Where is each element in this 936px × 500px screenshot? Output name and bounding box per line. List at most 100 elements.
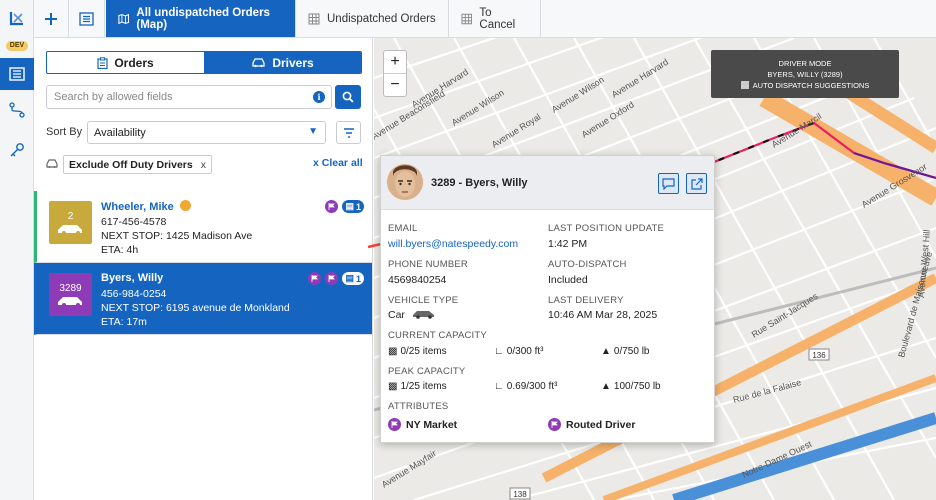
driver-badge-number: 3289 — [59, 282, 82, 294]
list-icon: ▤ — [345, 201, 354, 211]
driver-badge: 2 — [49, 201, 92, 244]
rail-item-dispatch[interactable] — [0, 58, 34, 90]
peak-items-value: 1/25 items — [400, 381, 447, 392]
driver-mode-driver: BYERS, WILLY (3289) — [767, 70, 843, 79]
app-logo-icon[interactable] — [8, 10, 26, 28]
boxes-icon: ▩ — [388, 381, 398, 392]
flag-icon — [308, 272, 322, 285]
filter-chip-label: Exclude Off Duty Drivers — [69, 158, 193, 171]
sort-select[interactable]: Availability ▼ — [87, 121, 326, 144]
flag-icon — [325, 272, 339, 285]
vehicle-type-value: Car — [388, 309, 437, 321]
peak-weight-value: 100/750 lb — [613, 381, 661, 392]
list-icon: ▤ — [345, 273, 354, 283]
driver-card-selected[interactable]: 3289 Byers, Willy 456-984-0254 NEXT STOP… — [34, 263, 372, 335]
current-volume: ∟ 0/300 ft³ — [494, 346, 544, 357]
street-label: Avenue Harvard — [610, 57, 670, 100]
clipboard-icon — [97, 56, 108, 69]
ruler-icon: ∟ — [494, 346, 504, 357]
filter-button[interactable] — [336, 121, 361, 144]
search-input[interactable]: Search by allowed fields i — [46, 85, 332, 109]
driver-eta: ETA: 17m — [101, 316, 147, 328]
car-icon — [252, 58, 265, 68]
popup-header: 3289 - Byers, Willy — [381, 156, 714, 210]
chip-close-button[interactable]: x — [201, 159, 206, 171]
key-icon — [10, 143, 24, 157]
tab-undispatched-orders[interactable]: Undispatched Orders — [296, 0, 449, 37]
zoom-out-button[interactable]: − — [384, 74, 406, 97]
driver-card[interactable]: 2 Wheeler, Mike 617-456-4578 NEXT STOP: … — [34, 191, 372, 263]
zoom-control: + − — [383, 50, 407, 97]
current-capacity-label: CURRENT CAPACITY — [388, 330, 487, 341]
current-items: ▩ 0/25 items — [388, 346, 447, 357]
driver-popup: 3289 - Byers, Willy EMAIL will.byers@nat… — [380, 155, 715, 443]
current-items-value: 0/25 items — [400, 346, 447, 357]
info-icon[interactable]: i — [313, 91, 325, 103]
tab-orders-map[interactable]: All undispatched Orders (Map) — [106, 0, 296, 37]
external-link-icon — [690, 177, 703, 190]
orders-toggle-button[interactable]: Orders — [47, 52, 204, 73]
drivers-toggle-button[interactable]: Drivers — [204, 52, 361, 73]
driver-next-stop: NEXT STOP: 1425 Madison Ave — [101, 230, 253, 242]
clear-all-link[interactable]: x Clear all — [313, 157, 363, 169]
street-label: Avenue Mayfair — [380, 448, 438, 490]
flag-icon — [388, 418, 401, 431]
rail-item-keys[interactable] — [0, 134, 34, 166]
sort-label: Sort By — [46, 126, 83, 138]
auto-dispatch-toggle[interactable]: AUTO DISPATCH SUGGESTIONS — [711, 80, 899, 91]
current-volume-value: 0/300 ft³ — [506, 346, 544, 357]
add-button[interactable] — [34, 0, 69, 37]
peak-capacity-label: PEAK CAPACITY — [388, 366, 466, 377]
driver-badge-number: 2 — [67, 210, 74, 222]
car-icon — [57, 224, 82, 235]
order-count-badge: ▤ 1 — [342, 200, 364, 213]
grid-icon — [308, 13, 320, 24]
auto-dispatch-value: Included — [548, 274, 588, 286]
ruler-icon: ∟ — [494, 381, 504, 392]
top-bar: All undispatched Orders (Map) Undispatch… — [34, 0, 936, 38]
chat-icon — [662, 177, 675, 190]
email-link[interactable]: will.byers@natespeedy.com — [388, 238, 518, 250]
drivers-toggle-label: Drivers — [272, 55, 314, 70]
checkbox-icon[interactable] — [740, 81, 749, 89]
auto-dispatch-label: AUTO DISPATCH SUGGESTIONS — [752, 81, 870, 90]
weight-icon: ▲ — [601, 346, 611, 357]
list-view-button[interactable] — [69, 0, 105, 37]
last-delivery-value: 10:46 AM Mar 28, 2025 — [548, 309, 658, 321]
driver-phone: 617-456-4578 — [101, 216, 167, 228]
driver-name[interactable]: Byers, Willy — [101, 272, 163, 284]
car-icon — [412, 311, 434, 319]
flag-icon — [548, 418, 561, 431]
orders-drivers-toggle: Orders Drivers — [46, 51, 362, 74]
tab-label: Undispatched Orders — [327, 12, 436, 25]
attribute-item: Routed Driver — [548, 418, 635, 431]
weight-icon: ▲ — [601, 381, 611, 392]
driver-badge: 3289 — [49, 273, 92, 316]
popup-title: 3289 - Byers, Willy — [431, 177, 528, 189]
route-icon — [9, 102, 25, 118]
attribute-item: NY Market — [388, 418, 457, 431]
open-external-button[interactable] — [686, 173, 707, 194]
list-icon — [9, 67, 25, 81]
last-delivery-label: LAST DELIVERY — [548, 295, 624, 306]
driver-name[interactable]: Wheeler, Mike — [101, 200, 191, 213]
car-icon — [46, 159, 58, 168]
drivers-panel: Orders Drivers Search by allowed fields … — [34, 38, 373, 500]
search-button[interactable] — [335, 85, 361, 109]
map-icon — [118, 13, 130, 24]
tab-to-cancel[interactable]: To Cancel — [449, 0, 541, 37]
vehicle-type-text: Car — [388, 309, 405, 321]
street-label: Avenue Wilson — [450, 87, 506, 127]
message-button[interactable] — [658, 173, 679, 194]
tab-label: To Cancel — [479, 6, 516, 31]
search-placeholder: Search by allowed fields — [54, 91, 173, 103]
settings-badge-icon — [179, 200, 191, 211]
avatar — [387, 164, 423, 200]
list-icon — [79, 11, 94, 26]
rail-item-routes[interactable] — [0, 94, 34, 126]
filter-chip: Exclude Off Duty Drivers x — [63, 155, 212, 174]
auto-dispatch-label: AUTO-DISPATCH — [548, 259, 627, 270]
vehicle-type-label: VEHICLE TYPE — [388, 295, 459, 306]
zoom-in-button[interactable]: + — [384, 51, 406, 74]
tab-label: All undispatched Orders (Map) — [136, 6, 270, 31]
